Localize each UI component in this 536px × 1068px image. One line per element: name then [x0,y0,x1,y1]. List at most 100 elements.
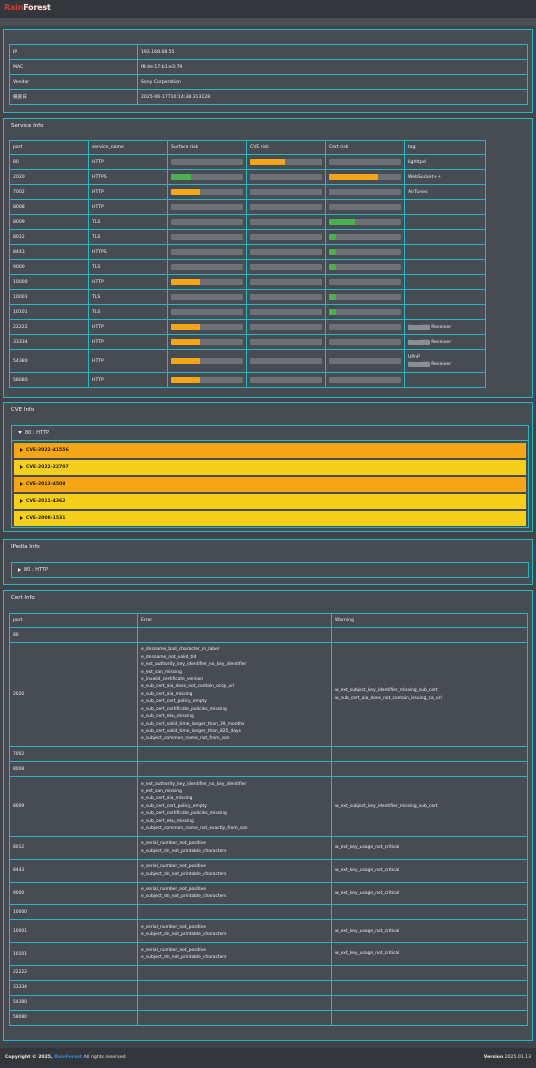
cert-error-item: e_dnsname_not_valid_tld [141,654,197,660]
service-row[interactable]: 10000 HTTP [9,274,486,290]
cve-item[interactable]: CVE-2022-22707 [14,460,526,475]
service-name: HTTPS [88,244,168,260]
cve-item[interactable]: CVE-2013-4508 [14,477,526,492]
caret-down-icon [18,431,22,434]
caret-right-icon [18,567,21,572]
cert-errors: e_dnsname_bad_character_in_label e_dnsnam… [137,641,332,748]
info-value: 2025-06-17T10:14:38.313128 [137,89,528,105]
service-port: 58080 [9,372,89,388]
service-header-cell[interactable]: CVE risk [246,140,326,155]
cert-port: 10101 [9,942,138,966]
service-row[interactable]: 9000 TLS [9,259,486,275]
cert-error-item: e_sub_cert_certificate_policies_missing [141,706,227,712]
service-row[interactable]: 22222 HTTP Sony STR Receiver [9,319,486,335]
cert-error-item: e_serial_number_not_positive [141,924,206,930]
cve-risk-cell [246,349,326,373]
surface-risk-bar [171,204,243,210]
cert-error-item: e_sub_cert_eku_missing [141,714,194,720]
service-name: HTTP [88,319,168,335]
cert-risk-cell [325,334,405,350]
service-header-cell[interactable]: tag [404,140,486,155]
cert-port: 8008 [9,761,138,778]
cert-risk-bar [329,219,401,225]
cve-item[interactable]: CVE-2022-41556 [14,443,526,458]
cve-group: 80 : HTTP CVE-2022-41556 CVE-2022-22707 CV… [11,425,529,528]
service-row[interactable]: 58080 HTTP [9,372,486,388]
ipedia-item-toggle[interactable]: 80 : HTTP [11,562,529,578]
service-row[interactable]: 7002 HTTP AirTunes [9,184,486,200]
info-label: 検査日 [9,89,138,105]
service-port: 8009 [9,214,89,230]
cve-group-toggle[interactable]: 80 : HTTP [12,426,528,441]
service-name: HTTP [88,372,168,388]
cve-risk-cell [246,169,326,185]
ipedia-info-title: IPedia Info [11,544,40,550]
service-name: HTTP [88,349,168,373]
cert-warnings: w_ext_subject_key_identifier_missing_sub… [331,641,528,748]
service-header-cell[interactable]: port [9,140,89,155]
service-port: 33334 [9,334,89,350]
service-port: 80 [9,154,89,170]
cert-errors: e_ext_authority_key_identifier_no_key_id… [137,776,332,837]
cert-row: 54380 [9,994,528,1011]
surface-risk-cell [167,274,247,290]
info-row: IP 192.168.68.55 [9,44,528,60]
cert-risk-bar-fill [329,219,355,225]
version-label: Version [483,1055,504,1060]
service-row[interactable]: 8443 HTTPS [9,244,486,260]
service-row[interactable]: 54380 HTTP UPnP Sony STR Receiver [9,349,486,373]
service-row[interactable]: 80 HTTP lighttpd [9,154,486,170]
cve-item[interactable]: CVE-2011-4362 [14,494,526,509]
cert-error-item: e_sub_cert_cert_policy_empty [141,699,207,705]
cve-risk-cell [246,334,326,350]
cve-risk-cell [246,259,326,275]
service-row[interactable]: 10001 TLS [9,289,486,305]
service-port: 10101 [9,304,89,320]
surface-risk-bar-fill [171,189,200,195]
brand-part2: Forest [23,3,51,12]
service-header-cell[interactable]: Cert risk [325,140,405,155]
service-info-panel: Service Info port service_name Surface ris… [3,118,533,398]
service-row[interactable]: 8008 HTTP [9,199,486,215]
service-row[interactable]: 8012 TLS [9,229,486,245]
brand-logo[interactable]: RainForest [4,3,51,12]
cert-error-item: e_subject_common_name_not_from_san [141,736,230,742]
cve-risk-cell [246,372,326,388]
cve-id: CVE-2022-22707 [26,465,69,470]
cve-risk-cell [246,244,326,260]
cert-risk-bar-fill [329,264,337,270]
cert-warnings [331,994,528,1011]
cve-item[interactable]: CVE-2008-1531 [14,511,526,526]
info-row: 検査日 2025-06-17T10:14:38.313128 [9,89,528,105]
surface-risk-bar-fill [171,324,200,330]
cve-risk-cell [246,289,326,305]
surface-risk-cell [167,214,247,230]
cert-info-panel: Cert Info port Error Warning 80 2020 e_dnsna… [3,590,533,1041]
service-tag: lighttpd [404,154,486,170]
cert-risk-bar [329,189,401,195]
cert-errors [137,979,332,996]
service-row[interactable]: 8009 TLS [9,214,486,230]
footer-brand-link[interactable]: RainForest [54,1055,82,1060]
cert-warnings [331,627,528,643]
surface-risk-bar [171,309,243,315]
surface-risk-bar [171,249,243,255]
cert-errors: e_serial_number_not_positive e_subject_dn… [137,881,332,906]
service-row[interactable]: 33334 HTTP Sony STR Receiver [9,334,486,350]
service-header-cell[interactable]: service_name [88,140,168,155]
cve-risk-bar-fill [250,159,285,165]
service-name: HTTP [88,334,168,350]
info-label: IP [9,44,138,60]
brand-part1: Rain [4,3,24,12]
cert-risk-bar [329,159,401,165]
service-header-cell[interactable]: Surface risk [167,140,247,155]
service-row[interactable]: 10101 TLS [9,304,486,320]
cert-warnings: w_ext_subject_key_identifier_missing_sub… [331,776,528,837]
cert-risk-bar-fill [329,309,337,315]
redacted-tag: Sony STR [408,362,430,367]
service-port: 10001 [9,289,89,305]
service-row[interactable]: 2020 HTTPS WebSocket++ [9,169,486,185]
cert-port: 7002 [9,746,138,763]
service-tag [404,214,486,230]
cert-errors: e_serial_number_not_positive e_subject_dn… [137,835,332,860]
